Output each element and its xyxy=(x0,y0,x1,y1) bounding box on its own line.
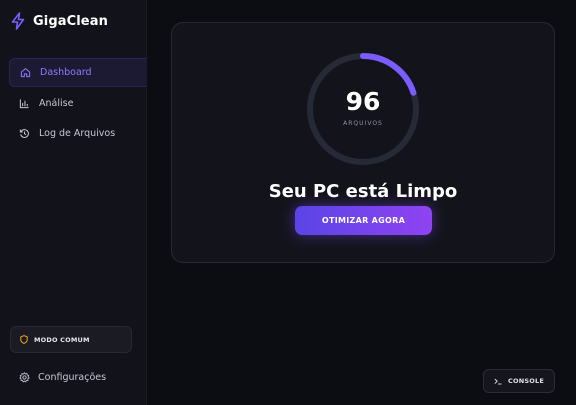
sidebar-item-label: Análise xyxy=(39,98,74,109)
app-name: GigaClean xyxy=(33,13,108,29)
sidebar: GigaClean Dashboard Análise Log de Arqui… xyxy=(0,0,147,405)
dashboard-card: 96 ARQUIVOS Seu PC está Limpo OTIMIZAR A… xyxy=(171,22,555,263)
sidebar-nav: Dashboard Análise Log de Arquivos xyxy=(9,58,147,150)
sidebar-item-analise[interactable]: Análise xyxy=(9,90,147,117)
status-title: Seu PC está Limpo xyxy=(268,181,458,202)
bar-chart-icon xyxy=(19,99,29,109)
home-icon xyxy=(20,68,31,78)
file-count-label: ARQUIVOS xyxy=(343,120,383,127)
mode-label: MODO COMUM xyxy=(34,335,90,344)
brand: GigaClean xyxy=(10,12,108,30)
sidebar-item-dashboard[interactable]: Dashboard xyxy=(9,58,147,87)
console-label: CONSOLE xyxy=(508,377,544,385)
gear-icon xyxy=(19,372,30,383)
sidebar-item-log-de-arquivos[interactable]: Log de Arquivos xyxy=(9,120,147,147)
settings-label: Configurações xyxy=(38,372,107,383)
optimize-button[interactable]: OTIMIZAR AGORA xyxy=(295,206,432,235)
lightning-icon xyxy=(11,12,25,30)
terminal-icon xyxy=(494,378,502,384)
console-button[interactable]: CONSOLE xyxy=(483,369,555,393)
sidebar-item-label: Log de Arquivos xyxy=(39,128,116,139)
app-window: GigaClean Dashboard Análise Log de Arqui… xyxy=(0,0,576,405)
file-count: 96 xyxy=(345,87,381,116)
settings-link[interactable]: Configurações xyxy=(19,372,106,383)
shield-icon xyxy=(20,335,28,344)
files-gauge: 96 ARQUIVOS xyxy=(304,50,422,168)
history-icon xyxy=(19,129,29,138)
sidebar-item-label: Dashboard xyxy=(40,67,92,78)
mode-badge[interactable]: MODO COMUM xyxy=(10,326,132,353)
